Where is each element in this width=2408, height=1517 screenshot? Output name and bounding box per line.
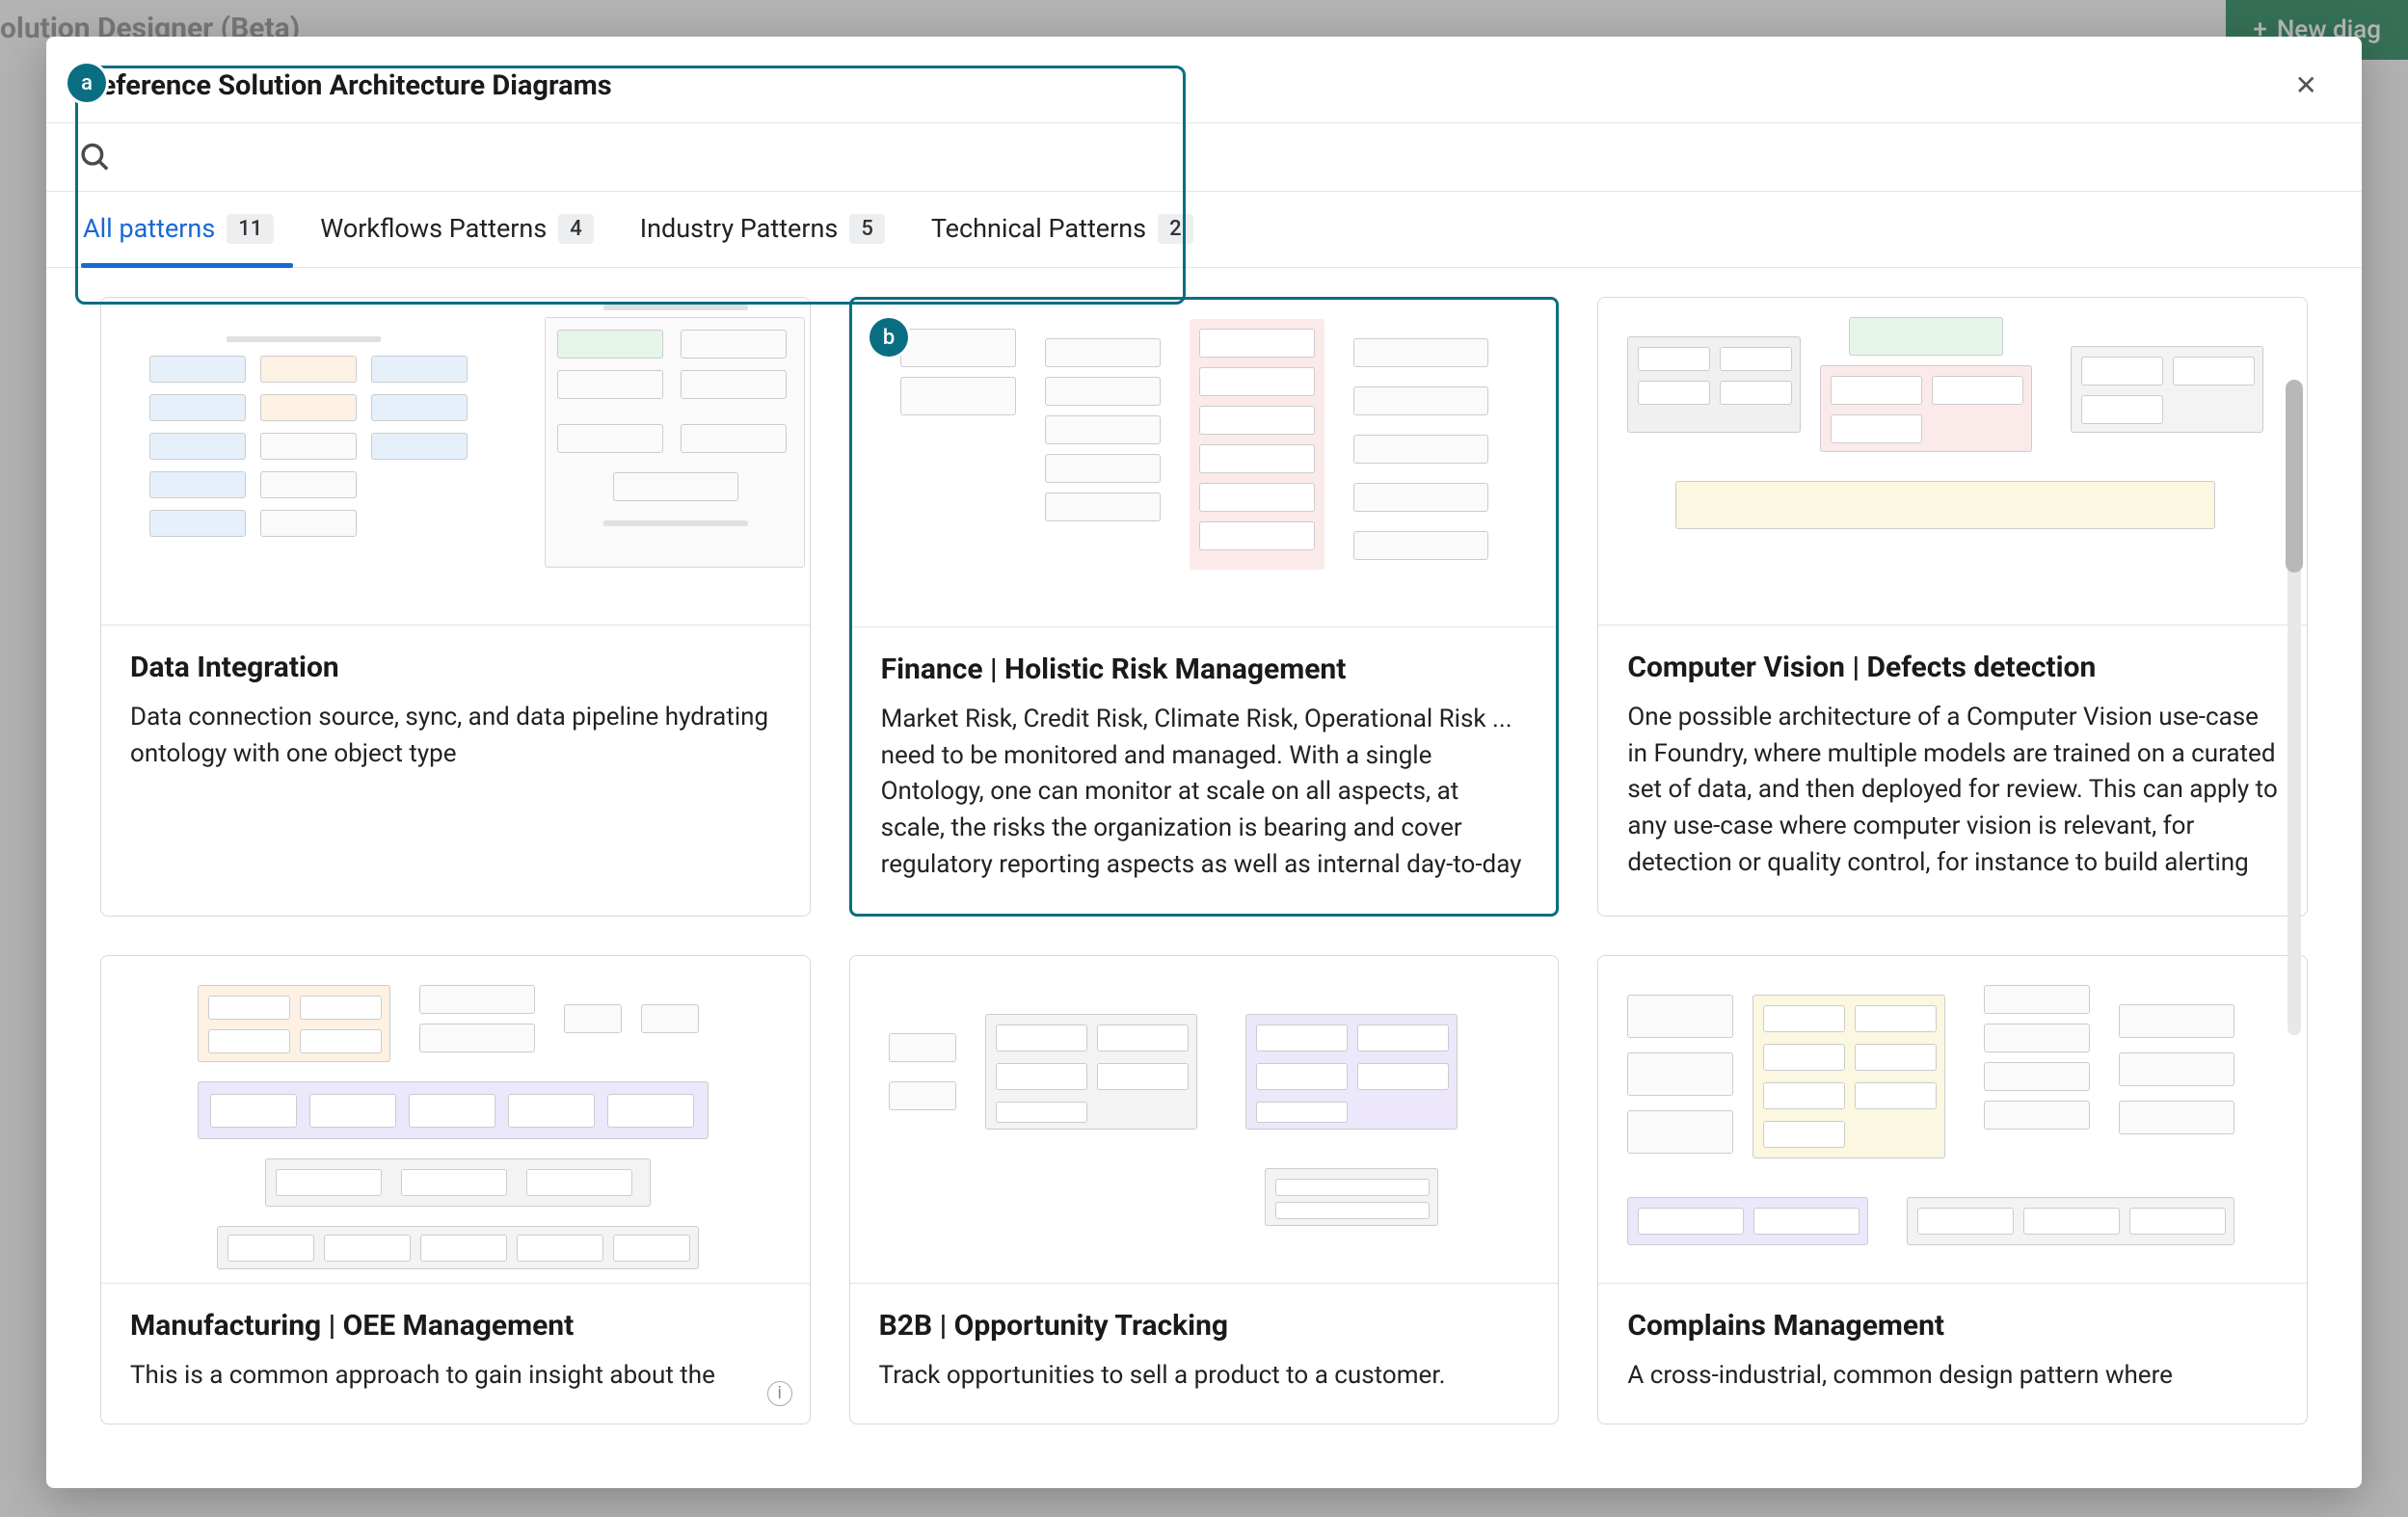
tab-count-badge: 4 <box>558 214 594 244</box>
card-preview-thumbnail <box>101 956 810 1284</box>
tab-all-patterns[interactable]: All patterns 11 <box>83 192 274 267</box>
search-icon <box>79 141 111 173</box>
pattern-card[interactable]: Data Integration Data connection source,… <box>100 297 811 917</box>
card-title: B2B | Opportunity Tracking <box>879 1309 1530 1343</box>
tab-workflows-patterns[interactable]: Workflows Patterns 4 <box>320 192 594 267</box>
pattern-card[interactable]: Complains Management A cross-industrial,… <box>1597 955 2308 1424</box>
card-description: Market Risk, Credit Risk, Climate Risk, … <box>881 702 1528 885</box>
cards-scroll-area[interactable]: Data Integration Data connection source,… <box>46 268 2362 1488</box>
callout-b: b <box>870 318 908 357</box>
tab-label: Workflows Patterns <box>320 213 547 244</box>
card-title: Finance | Holistic Risk Management <box>881 652 1528 686</box>
card-preview-thumbnail <box>1598 298 2307 625</box>
card-title: Computer Vision | Defects detection <box>1627 651 2278 684</box>
card-title: Manufacturing | OEE Management <box>130 1309 781 1343</box>
tab-count-badge: 5 <box>849 214 885 244</box>
tab-label: Technical Patterns <box>931 213 1146 244</box>
card-description: One possible architecture of a Computer … <box>1627 700 2278 883</box>
card-preview-thumbnail <box>101 298 810 625</box>
card-description: Data connection source, sync, and data p… <box>130 700 781 772</box>
pattern-card[interactable]: Manufacturing | OEE Management This is a… <box>100 955 811 1424</box>
tab-count-badge: 2 <box>1158 214 1193 244</box>
callout-a: a <box>67 64 106 102</box>
tab-count-badge: 11 <box>227 214 274 244</box>
info-icon: i <box>767 1381 792 1406</box>
card-title: Complains Management <box>1627 1309 2278 1343</box>
search-input[interactable] <box>122 142 2329 173</box>
tab-technical-patterns[interactable]: Technical Patterns 2 <box>931 192 1193 267</box>
card-description: This is a common approach to gain insigh… <box>130 1358 781 1395</box>
dialog-title: Reference Solution Architecture Diagrams <box>83 69 612 102</box>
reference-diagrams-dialog: a b Reference Solution Architecture Diag… <box>46 37 2362 1488</box>
card-description: A cross-industrial, common design patter… <box>1627 1358 2278 1395</box>
close-icon[interactable]: ✕ <box>2289 64 2323 107</box>
card-preview-thumbnail <box>850 956 1559 1284</box>
tab-industry-patterns[interactable]: Industry Patterns 5 <box>640 192 885 267</box>
card-title: Data Integration <box>130 651 781 684</box>
pattern-card[interactable]: Finance | Holistic Risk Management Marke… <box>849 297 1560 917</box>
card-preview-thumbnail <box>1598 956 2307 1284</box>
card-preview-thumbnail <box>852 300 1557 627</box>
tabs: All patterns 11 Workflows Patterns 4 Ind… <box>46 192 2362 268</box>
tab-label: All patterns <box>83 213 215 244</box>
card-description: Track opportunities to sell a product to… <box>879 1358 1530 1395</box>
pattern-card[interactable]: B2B | Opportunity Tracking Track opportu… <box>849 955 1560 1424</box>
tab-label: Industry Patterns <box>640 213 839 244</box>
scrollbar-thumb[interactable] <box>2286 380 2303 572</box>
pattern-card[interactable]: Computer Vision | Defects detection One … <box>1597 297 2308 917</box>
